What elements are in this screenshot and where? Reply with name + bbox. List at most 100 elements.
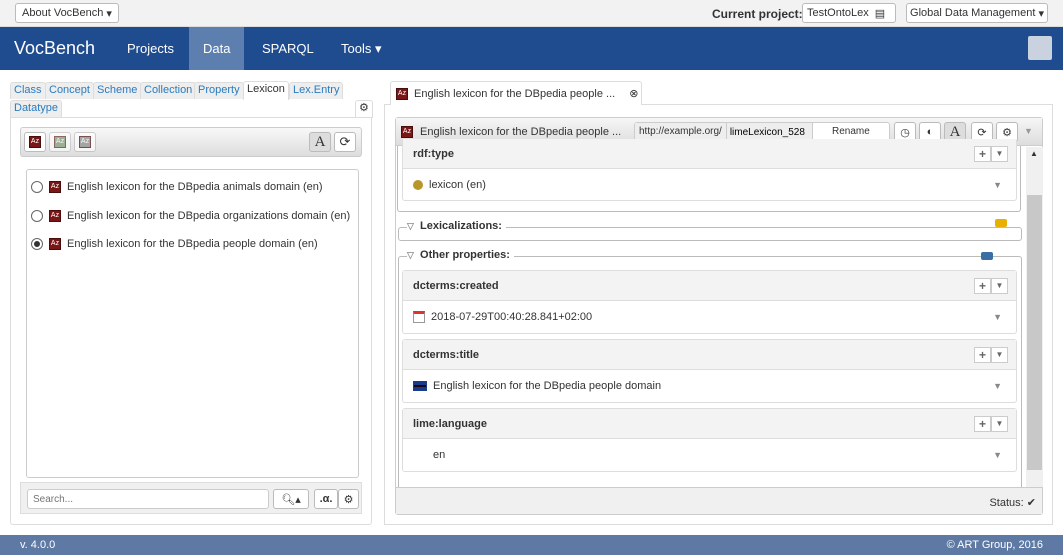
add-lexicalization-icon[interactable] bbox=[995, 219, 1007, 227]
list-item[interactable]: Az English lexicon for the DBpedia organi… bbox=[31, 210, 350, 222]
other-properties-header[interactable]: ▽ Other properties: bbox=[407, 249, 514, 261]
nav-tools-label: Tools bbox=[341, 41, 372, 56]
tab-class[interactable]: Class bbox=[10, 82, 46, 99]
status: Status: ✔ bbox=[989, 496, 1036, 509]
tab-lexicon[interactable]: Lexicon bbox=[243, 81, 289, 100]
search-input[interactable] bbox=[27, 489, 269, 509]
individual-icon bbox=[413, 180, 423, 190]
close-icon[interactable]: ⊗ bbox=[629, 87, 638, 100]
scroll-up-icon[interactable]: ▲ bbox=[1030, 149, 1038, 158]
property-menu-caret[interactable]: ▼ bbox=[991, 146, 1008, 162]
list-item[interactable]: Az English lexicon for the DBpedia people… bbox=[31, 238, 318, 250]
tab-collection[interactable]: Collection bbox=[140, 82, 197, 99]
tab-concept[interactable]: Concept bbox=[45, 82, 94, 99]
brand[interactable]: VocBench bbox=[0, 27, 109, 70]
lexicalizations-label: Lexicalizations: bbox=[420, 220, 502, 232]
calendar-icon bbox=[413, 311, 425, 323]
lexicon-icon: Az bbox=[49, 181, 61, 193]
tab-property[interactable]: Property bbox=[194, 82, 244, 99]
lexicon-label: English lexicon for the DBpedia organiza… bbox=[67, 210, 351, 222]
property-value: lexicon (en) bbox=[429, 179, 486, 191]
property-header: dcterms:created + ▼ bbox=[403, 271, 1016, 301]
property-header: dcterms:title + ▼ bbox=[403, 340, 1016, 370]
scrollbar-thumb[interactable] bbox=[1027, 195, 1042, 470]
property-label: lime:language bbox=[413, 418, 487, 430]
other-properties-label: Other properties: bbox=[420, 249, 510, 261]
nav-data[interactable]: Data bbox=[189, 27, 245, 70]
property-box: lime:language + ▼ en ▼ bbox=[402, 408, 1017, 472]
resource-tab-title: English lexicon for the DBpedia people .… bbox=[414, 87, 616, 100]
property-header: lime:language + ▼ bbox=[403, 409, 1016, 439]
list-icon: ▤ bbox=[874, 7, 886, 20]
search-settings-icon[interactable]: ⚙ bbox=[338, 489, 359, 509]
tab-scheme[interactable]: Scheme bbox=[93, 82, 142, 99]
tab-datatype[interactable]: Datatype bbox=[10, 100, 63, 117]
value-menu-caret[interactable]: ▼ bbox=[993, 381, 1002, 391]
value-menu-caret[interactable]: ▼ bbox=[993, 312, 1002, 322]
header-menu-caret[interactable]: ▼ bbox=[1024, 126, 1033, 136]
add-value-button[interactable]: + bbox=[974, 146, 991, 162]
version-label: v. 4.0.0 bbox=[20, 539, 56, 551]
property-box: dcterms:title + ▼ English lexicon for the … bbox=[402, 339, 1017, 403]
radio[interactable] bbox=[31, 210, 43, 222]
lexicon-icon: Az bbox=[49, 210, 61, 222]
nav-projects[interactable]: Projects bbox=[113, 27, 188, 70]
property-box: dcterms:created + ▼ 2018-07-29T00:40:28.84… bbox=[402, 270, 1017, 334]
delete-lexicon-icon[interactable]: Az bbox=[49, 132, 71, 152]
resource-title: English lexicon for the DBpedia people .… bbox=[420, 126, 622, 138]
property-menu-caret[interactable]: ▼ bbox=[991, 347, 1008, 363]
property-value: en bbox=[433, 449, 446, 461]
current-project-label: Current project: bbox=[712, 7, 803, 21]
rdf-type-box: rdf:type + ▼ lexicon (en) ▼ bbox=[402, 139, 1017, 201]
scrollbar[interactable]: ▲ bbox=[1026, 147, 1043, 487]
add-property-icon[interactable] bbox=[981, 252, 993, 260]
create-lexicon-icon[interactable]: Az bbox=[24, 132, 46, 152]
search-button[interactable]: 🔍︎▴ bbox=[273, 489, 309, 509]
value-menu-caret[interactable]: ▼ bbox=[993, 450, 1002, 460]
about-dropdown[interactable]: About VocBench ▾ bbox=[15, 3, 119, 23]
property-menu-caret[interactable]: ▼ bbox=[991, 278, 1008, 294]
refresh-icon[interactable]: ⟳ bbox=[334, 132, 356, 152]
property-label: dcterms:created bbox=[413, 280, 499, 292]
property-value: 2018-07-29T00:40:28.841+02:00 bbox=[431, 311, 593, 323]
copyright-label: © ART Group, 2016 bbox=[946, 539, 1043, 551]
lexicon-label: English lexicon for the DBpedia animals … bbox=[67, 181, 323, 193]
resource-tab[interactable]: Az English lexicon for the DBpedia people… bbox=[390, 81, 642, 105]
status-check-icon: ✔ bbox=[1026, 497, 1036, 509]
status-bar: Status: ✔ bbox=[396, 487, 1042, 514]
value-menu-caret[interactable]: ▼ bbox=[993, 180, 1002, 190]
property-menu-caret[interactable]: ▼ bbox=[991, 416, 1008, 432]
current-project-name: TestOntoLex bbox=[807, 7, 869, 19]
lexicon-toolbar: Az Az Az A ⟳ bbox=[20, 127, 362, 157]
tab-lex-entry[interactable]: Lex.Entry bbox=[289, 82, 344, 99]
add-value-button[interactable]: + bbox=[974, 278, 991, 294]
add-value-button[interactable]: + bbox=[974, 347, 991, 363]
search-bar: 🔍︎▴ .α. ⚙ bbox=[20, 482, 362, 514]
uk-flag-icon bbox=[413, 381, 427, 391]
lexicalizations-section: ▽ Lexicalizations: bbox=[398, 219, 1022, 241]
global-data-dropdown[interactable]: Global Data Management ▾ bbox=[906, 3, 1048, 23]
lexicon-icon: Az bbox=[49, 238, 61, 250]
lexicon-icon: Az bbox=[401, 126, 413, 138]
radio[interactable] bbox=[31, 238, 43, 250]
navbar: VocBench Projects Data SPARQL Tools ▾ bbox=[0, 27, 1063, 70]
radio[interactable] bbox=[31, 181, 43, 193]
property-value: English lexicon for the DBpedia people d… bbox=[433, 380, 662, 392]
rendering-toggle-icon[interactable]: A bbox=[309, 132, 331, 152]
lexicon-action-icon[interactable]: Az bbox=[74, 132, 96, 152]
footer: v. 4.0.0 © ART Group, 2016 bbox=[0, 535, 1063, 555]
lexicon-panel: Az Az Az A ⟳ Az English lexicon for the D… bbox=[10, 117, 372, 525]
settings-gear-icon[interactable]: ⚙ bbox=[355, 100, 373, 118]
search-icon: 🔍︎▴ bbox=[281, 493, 301, 506]
add-value-button[interactable]: + bbox=[974, 416, 991, 432]
nav-sparql[interactable]: SPARQL bbox=[248, 27, 328, 70]
search-mode-button[interactable]: .α. bbox=[314, 489, 338, 509]
property-label: rdf:type bbox=[413, 148, 454, 160]
user-avatar[interactable] bbox=[1028, 36, 1052, 60]
status-label: Status: bbox=[989, 497, 1024, 509]
nav-tools[interactable]: Tools ▾ bbox=[327, 27, 396, 70]
current-project-button[interactable]: TestOntoLex ▤ bbox=[802, 3, 896, 23]
lexicalizations-header[interactable]: ▽ Lexicalizations: bbox=[407, 220, 506, 232]
list-item[interactable]: Az English lexicon for the DBpedia animal… bbox=[31, 181, 323, 193]
property-label: dcterms:title bbox=[413, 349, 480, 361]
